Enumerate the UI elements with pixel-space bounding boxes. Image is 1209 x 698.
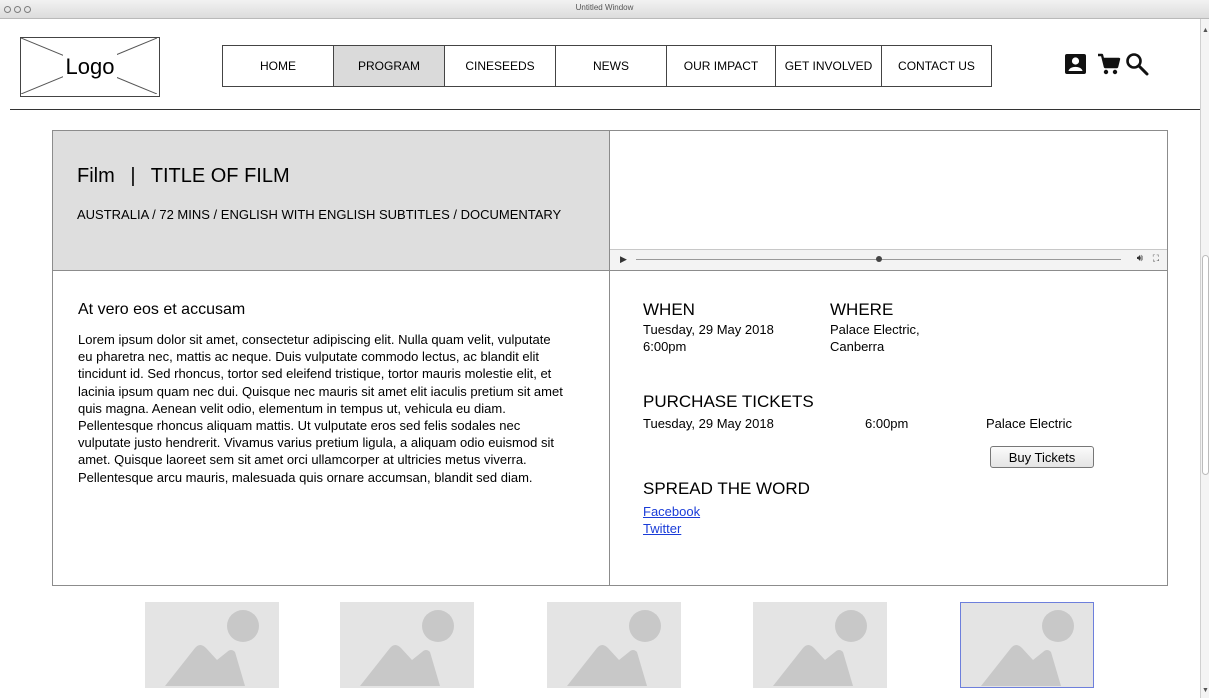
buy-tickets-button[interactable]: Buy Tickets [990, 446, 1094, 468]
description-heading: At vero eos et accusam [78, 301, 246, 318]
gallery-thumbnail-selected[interactable] [960, 602, 1094, 688]
logo-text: Logo [62, 54, 118, 79]
ticket-date: Tuesday, 29 May 2018 [643, 416, 774, 431]
ticket-time: 6:00pm [865, 416, 909, 431]
volume-icon[interactable]: 🔊︎ [1137, 253, 1143, 264]
film-type: Film [77, 165, 115, 187]
screening-info: WHEN Tuesday, 29 May 2018 6:00pm WHERE P… [610, 271, 1167, 585]
film-detail-panel: Film | TITLE OF FILM AUSTRALIA / 72 MINS… [52, 130, 1168, 586]
film-header: Film | TITLE OF FILM AUSTRALIA / 72 MINS… [53, 131, 610, 271]
image-placeholder-icon [567, 610, 661, 686]
nav-cineseeds[interactable]: CINESEEDS [445, 46, 556, 86]
twitter-link[interactable]: Twitter [643, 521, 681, 536]
gallery-thumbnail[interactable] [753, 602, 887, 688]
nav-get-involved[interactable]: GET INVOLVED [776, 46, 882, 86]
window-titlebar: Untitled Window [0, 0, 1209, 19]
search-icon[interactable] [1124, 51, 1150, 77]
scrollbar-thumb[interactable] [1202, 255, 1209, 475]
image-placeholder-icon [981, 610, 1074, 686]
facebook-link[interactable]: Facebook [643, 504, 700, 519]
title-separator: | [130, 165, 136, 187]
main-nav: HOME PROGRAM CINESEEDS NEWS OUR IMPACT G… [222, 45, 992, 87]
gallery-thumbnail[interactable] [145, 602, 279, 688]
logo[interactable]: Logo [20, 37, 160, 97]
film-meta: AUSTRALIA / 72 MINS / ENGLISH WITH ENGLI… [77, 207, 562, 222]
film-title-line: Film | TITLE OF FILM [77, 165, 290, 188]
where-line1: Palace Electric, [830, 322, 920, 337]
where-line2: Canberra [830, 339, 885, 354]
fullscreen-icon[interactable]: ⛶ [1153, 253, 1159, 264]
video-progress-knob[interactable] [875, 256, 882, 262]
gallery-thumbnail[interactable] [340, 602, 474, 688]
when-date: Tuesday, 29 May 2018 [643, 322, 774, 337]
film-description: At vero eos et accusam Lorem ipsum dolor… [53, 271, 610, 585]
image-placeholder-icon [165, 610, 259, 686]
nav-news[interactable]: NEWS [556, 46, 667, 86]
site-header: Logo HOME PROGRAM CINESEEDS NEWS OUR IMP… [10, 19, 1200, 110]
video-player[interactable]: ▶ 🔊︎ ⛶ [610, 131, 1167, 271]
nav-our-impact[interactable]: OUR IMPACT [667, 46, 776, 86]
nav-program[interactable]: PROGRAM [334, 46, 445, 86]
nav-home[interactable]: HOME [223, 46, 334, 86]
image-placeholder-icon [773, 610, 867, 686]
ticket-venue: Palace Electric [986, 416, 1072, 431]
film-title: TITLE OF FILM [150, 165, 290, 187]
vertical-scrollbar[interactable]: ▲ ▼ [1200, 19, 1209, 698]
cart-icon[interactable] [1096, 51, 1122, 77]
window-title: Untitled Window [575, 3, 634, 12]
where-label: WHERE [830, 300, 894, 319]
purchase-tickets-label: PURCHASE TICKETS [643, 392, 814, 411]
account-icon[interactable] [1063, 51, 1089, 77]
video-controls: ▶ 🔊︎ ⛶ [610, 249, 1167, 270]
scroll-down-icon[interactable]: ▼ [1202, 687, 1209, 694]
image-placeholder-icon [360, 610, 454, 686]
play-icon[interactable]: ▶ [620, 254, 627, 265]
scroll-up-icon[interactable]: ▲ [1202, 27, 1209, 34]
when-time: 6:00pm [643, 339, 687, 354]
spread-the-word-label: SPREAD THE WORD [643, 479, 810, 498]
when-label: WHEN [643, 300, 695, 319]
description-body: Lorem ipsum dolor sit amet, consectetur … [78, 332, 563, 485]
gallery-thumbnail[interactable] [547, 602, 681, 688]
nav-contact-us[interactable]: CONTACT US [882, 46, 991, 86]
